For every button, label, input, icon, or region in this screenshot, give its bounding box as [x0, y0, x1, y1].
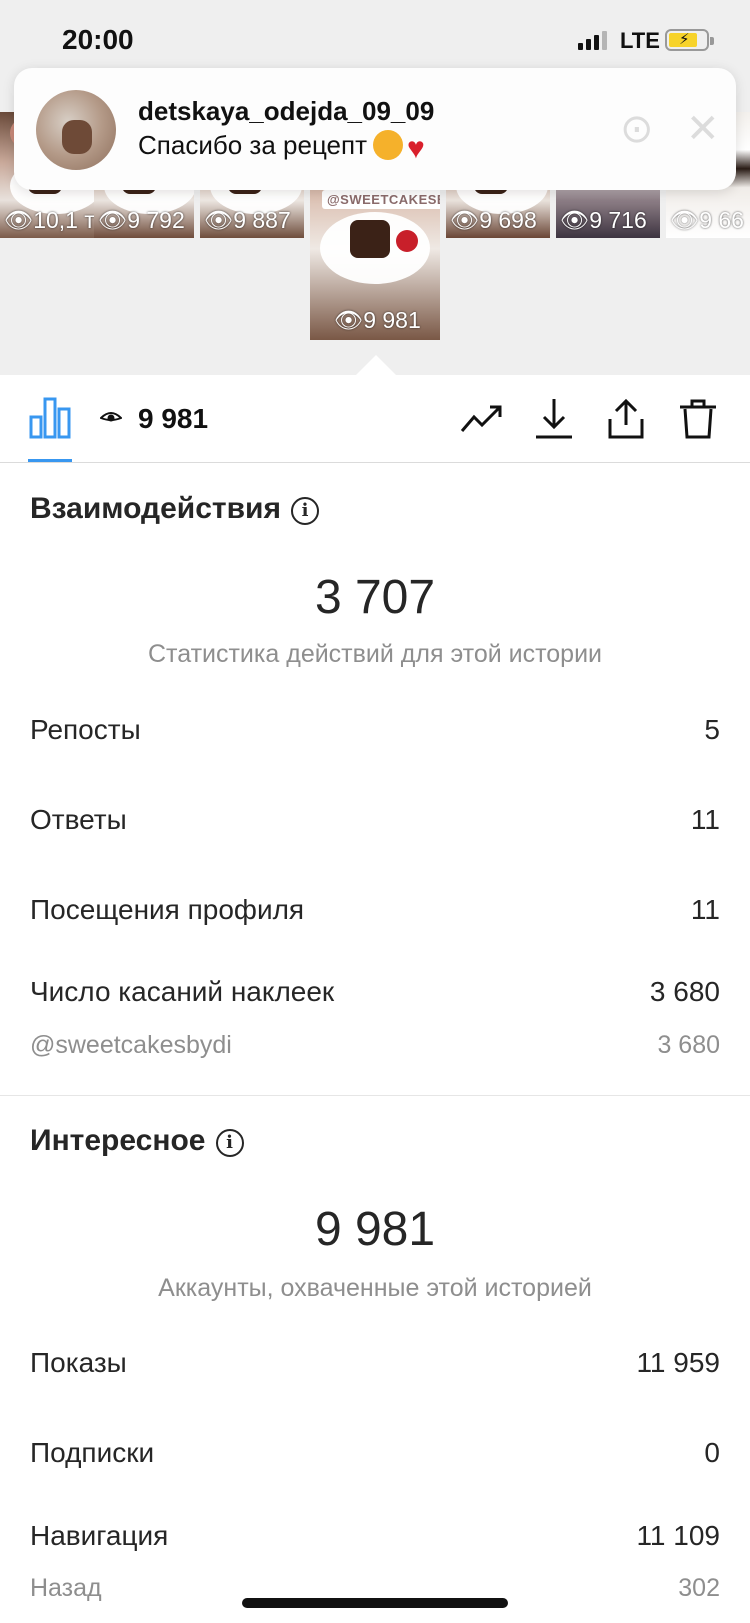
signal-icon [578, 28, 607, 50]
views-count: 9 981 [138, 403, 209, 434]
story-tag: @SWEETCAKESBYDI [322, 190, 440, 209]
notification-avatar [36, 90, 116, 170]
story-views: 👁9 698 [450, 207, 537, 233]
info-icon[interactable]: i [290, 497, 319, 525]
story-views: 👁9 981 [334, 307, 421, 333]
battery-icon: ⚡ [665, 29, 714, 51]
section-divider [0, 1095, 750, 1096]
smiling-face-emoji-icon [373, 130, 403, 160]
notification-message: Спасибо за рецепт ♥ [138, 130, 425, 165]
insights-toolbar: 9 981 [0, 375, 750, 463]
download-icon[interactable] [532, 397, 576, 441]
story-views: 👁9 792 [98, 207, 185, 233]
story-views: 👁9 66 [670, 207, 744, 233]
interactions-total: 3 707 [314, 571, 436, 624]
insights-tab-icon[interactable] [28, 395, 72, 439]
trash-icon[interactable] [676, 397, 720, 441]
selection-pointer [356, 355, 396, 375]
info-icon[interactable]: i [215, 1129, 244, 1157]
discovery-subtitle: Аккаунты, охваченные этой историей [158, 1274, 592, 1302]
home-indicator[interactable] [242, 1598, 508, 1608]
interactions-title: Взаимодействия i [30, 492, 319, 526]
eye-icon [100, 412, 122, 422]
trend-icon[interactable] [460, 397, 504, 441]
notification-username: detskaya_odejda_09_09 [138, 96, 435, 126]
close-icon: ✕ [686, 107, 720, 151]
discovery-total: 9 981 [314, 1203, 436, 1256]
story-views: 👁9 887 [204, 207, 291, 233]
heart-emoji-icon: ♥ [407, 132, 425, 165]
status-time: 20:00 [62, 24, 134, 55]
network-type: LTE [620, 28, 660, 53]
share-icon[interactable] [604, 397, 648, 441]
download-icon: ⊙ [620, 107, 654, 151]
story-views: 👁9 716 [560, 207, 647, 233]
discovery-title: Интересное i [30, 1124, 244, 1158]
notification-banner[interactable]: detskaya_odejda_09_09 Спасибо за рецепт ♥… [14, 68, 736, 190]
active-tab-indicator [28, 459, 72, 462]
interactions-subtitle: Статистика действий для этой истории [147, 640, 603, 668]
